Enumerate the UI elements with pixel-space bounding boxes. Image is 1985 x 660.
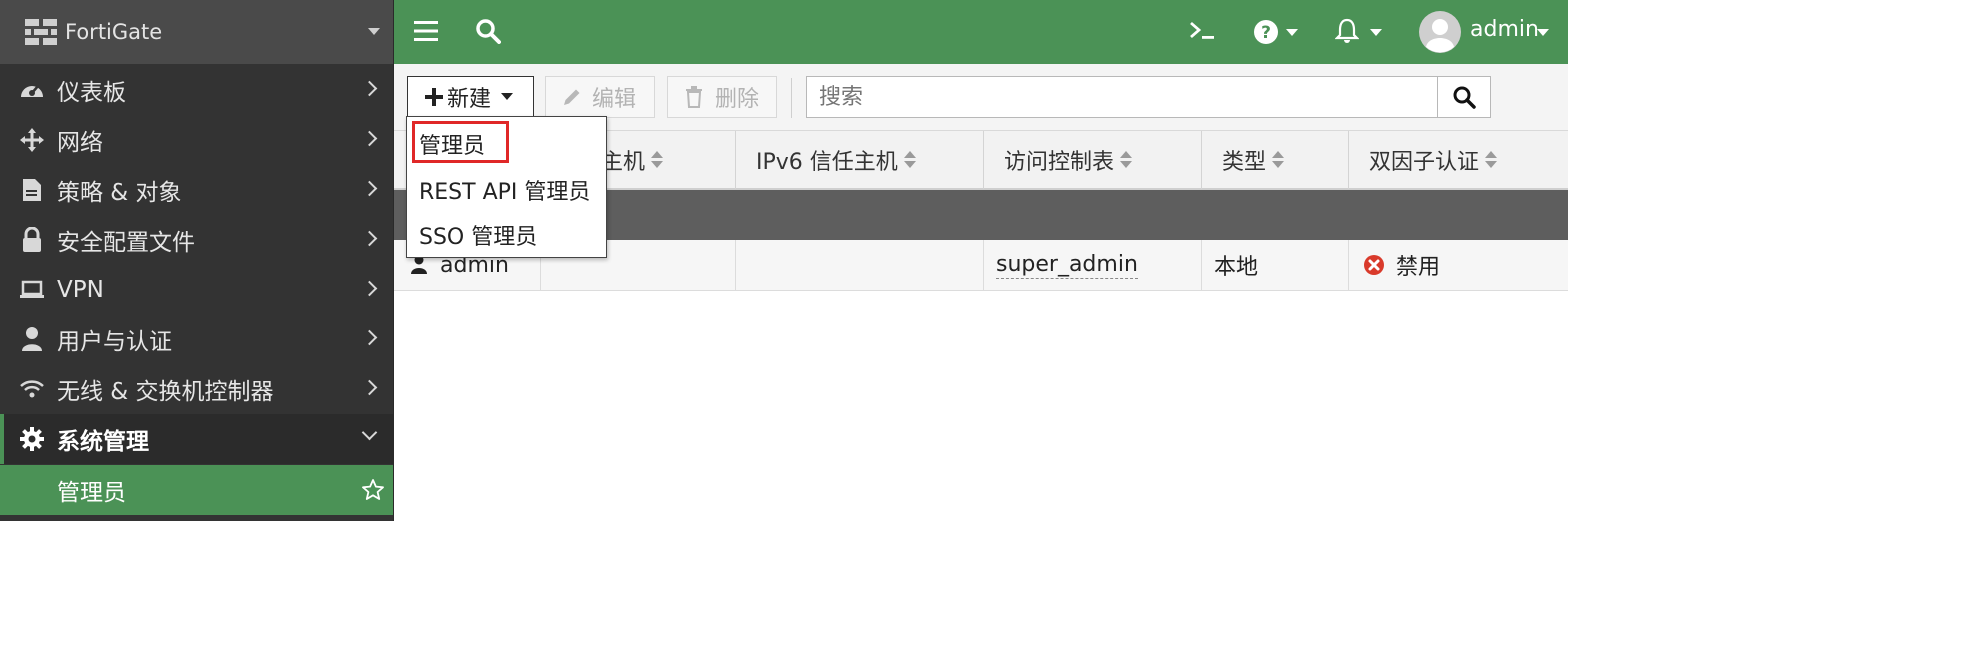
column-header-label: 类型	[1222, 150, 1267, 175]
cell-type: 本地	[1201, 240, 1348, 290]
sidebar-item-vpn[interactable]: VPN	[0, 265, 393, 315]
chevron-right-icon	[361, 280, 378, 297]
dashboard-icon	[19, 77, 45, 103]
column-header-label: 访问控制表	[1004, 150, 1115, 175]
sidebar-subitem-administrators[interactable]: 管理员	[0, 465, 393, 515]
column-header-two-factor[interactable]: 双因子认证	[1348, 131, 1568, 189]
sort-icon	[1272, 151, 1285, 169]
notifications-dropdown-icon[interactable]	[1370, 29, 1382, 37]
sort-icon	[903, 151, 916, 169]
column-header-label: 主机	[601, 150, 646, 175]
move-arrows-icon	[19, 127, 45, 153]
sidebar-item-system[interactable]: 系统管理	[0, 414, 393, 464]
wifi-icon	[19, 376, 45, 402]
two-factor-status: 禁用	[1396, 255, 1441, 280]
create-new-label: 新建	[447, 87, 492, 112]
sort-icon	[1120, 151, 1133, 169]
toolbar-divider	[791, 78, 792, 118]
gear-icon	[19, 426, 45, 452]
user-icon	[19, 326, 45, 352]
column-header-type[interactable]: 类型	[1201, 131, 1348, 189]
chevron-down-icon	[361, 424, 378, 441]
user-icon	[411, 255, 427, 274]
sidebar-item-label: 无线 & 交换机控制器	[57, 379, 274, 405]
chevron-right-icon	[361, 379, 378, 396]
laptop-icon	[19, 277, 45, 303]
sort-icon	[651, 151, 664, 169]
create-new-button[interactable]: 新建	[407, 76, 534, 118]
plus-icon	[425, 88, 443, 106]
user-dropdown-icon[interactable]	[1537, 29, 1549, 37]
edit-button[interactable]: 编辑	[545, 76, 655, 118]
sidebar-item-label: 策略 & 对象	[57, 180, 182, 206]
trash-icon	[686, 86, 702, 108]
search-icon	[1453, 86, 1476, 109]
cell-access-profile: super_admin	[983, 240, 1201, 290]
sidebar-item-network[interactable]: 网络	[0, 115, 393, 165]
menu-item-administrator[interactable]: 管理员	[419, 128, 485, 160]
favorite-star-icon[interactable]	[361, 478, 385, 502]
search-button[interactable]	[1437, 76, 1491, 118]
create-new-dropdown-menu: 管理员 REST API 管理员 SSO 管理员	[406, 116, 607, 258]
sidebar-item-label: 网络	[57, 130, 103, 156]
cli-console-icon[interactable]	[1189, 20, 1217, 42]
sidebar-item-security-profiles[interactable]: 安全配置文件	[0, 215, 393, 265]
fortinet-logo-icon	[25, 19, 57, 45]
bell-icon[interactable]	[1335, 18, 1359, 44]
sidebar-item-label: 安全配置文件	[57, 230, 195, 256]
menu-item-rest-api-administrator[interactable]: REST API 管理员	[419, 174, 590, 206]
brand-name: FortiGate	[65, 20, 163, 44]
sidebar-item-label: VPN	[57, 277, 104, 303]
brand-dropdown-icon[interactable]	[368, 28, 380, 35]
top-bar: ? admin	[394, 0, 1568, 64]
menu-item-sso-administrator[interactable]: SSO 管理员	[419, 219, 537, 251]
edit-label: 编辑	[592, 87, 637, 112]
hamburger-menu-icon[interactable]	[414, 20, 438, 42]
search-icon[interactable]	[475, 18, 501, 44]
help-dropdown-icon[interactable]	[1286, 29, 1298, 37]
sidebar-item-users-auth[interactable]: 用户与认证	[0, 314, 393, 364]
caret-down-icon	[501, 93, 514, 100]
sort-icon	[1485, 151, 1498, 169]
sidebar-item-wifi-switch[interactable]: 无线 & 交换机控制器	[0, 364, 393, 414]
user-name[interactable]: admin	[1470, 17, 1539, 42]
delete-label: 删除	[715, 87, 760, 112]
pencil-icon	[564, 89, 580, 105]
chevron-right-icon	[361, 180, 378, 197]
sidebar-item-label: 仪表板	[57, 80, 126, 106]
chevron-right-icon	[361, 80, 378, 97]
app-window: FortiGate 仪表板 网络 策略 & 对象 安全配置文件 VPN 用户与认…	[0, 0, 1568, 521]
sidebar-subitem-label: 管理员	[57, 480, 126, 506]
type-value: 本地	[1214, 255, 1259, 280]
column-header-label: IPv6 信任主机	[756, 150, 898, 175]
lock-icon	[19, 227, 45, 253]
access-profile-link[interactable]: super_admin	[996, 252, 1138, 279]
chevron-right-icon	[361, 230, 378, 247]
chevron-right-icon	[361, 329, 378, 346]
avatar[interactable]	[1419, 11, 1461, 53]
policy-icon	[19, 177, 45, 203]
disabled-x-icon	[1364, 255, 1384, 275]
search-input[interactable]	[806, 76, 1438, 118]
chevron-right-icon	[361, 130, 378, 147]
brand-header[interactable]: FortiGate	[0, 0, 393, 64]
sidebar: FortiGate 仪表板 网络 策略 & 对象 安全配置文件 VPN 用户与认…	[0, 0, 394, 521]
cell-ipv6-trusted-hosts	[735, 240, 983, 290]
column-header-label: 双因子认证	[1369, 150, 1480, 175]
sidebar-item-policy-objects[interactable]: 策略 & 对象	[0, 165, 393, 215]
delete-button[interactable]: 删除	[667, 76, 777, 118]
sidebar-item-label: 系统管理	[57, 429, 149, 455]
column-header-access-profile[interactable]: 访问控制表	[983, 131, 1201, 189]
sidebar-item-dashboard[interactable]: 仪表板	[0, 65, 393, 115]
help-icon[interactable]: ?	[1253, 19, 1279, 45]
sidebar-item-label: 用户与认证	[57, 329, 172, 355]
svg-text:?: ?	[1261, 23, 1271, 43]
cell-two-factor: 禁用	[1348, 240, 1568, 290]
column-header-ipv6-trusted-hosts[interactable]: IPv6 信任主机	[735, 131, 983, 189]
